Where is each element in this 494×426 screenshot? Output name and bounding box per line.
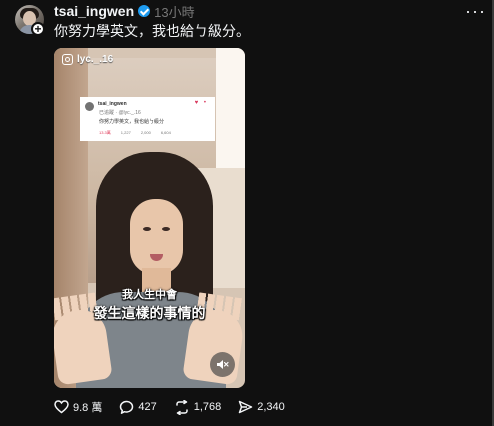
instagram-icon bbox=[62, 54, 73, 65]
quoted-post-avatar bbox=[85, 102, 94, 111]
video-subtitle-line-2: 發生這樣的事情的 bbox=[93, 305, 206, 321]
repost-count: 1,768 bbox=[193, 401, 222, 413]
comment-action[interactable]: 427 bbox=[119, 398, 157, 416]
like-action[interactable]: 9.8 萬 bbox=[54, 398, 102, 416]
quoted-post-stats: 13.3萬 1,227 2,000 6,604 bbox=[99, 130, 171, 136]
muted-speaker-icon bbox=[217, 360, 229, 369]
quoted-post-reposts: 2,000 bbox=[140, 130, 151, 135]
video-player[interactable]: lyc._.16 tsai_ingwen ♥ • 已追蹤 · @lyc._.16… bbox=[54, 48, 245, 388]
quoted-post-replies: 1,227 bbox=[120, 130, 131, 135]
mute-button[interactable] bbox=[210, 352, 235, 377]
follow-plus-icon[interactable]: + bbox=[31, 22, 45, 36]
video-person-left-eye bbox=[143, 227, 151, 231]
like-count: 9.8 萬 bbox=[73, 402, 103, 414]
post-header: tsai_ingwen 13小時 bbox=[54, 3, 195, 20]
post-username[interactable]: tsai_ingwen bbox=[54, 3, 134, 19]
threads-post-screen: + tsai_ingwen 13小時 ··· 你努力學英文，我也給ㄅ級分。 ly… bbox=[0, 0, 494, 426]
share-icon bbox=[239, 400, 253, 414]
quoted-post-shares: 6,604 bbox=[160, 130, 171, 135]
quoted-post-card: tsai_ingwen ♥ • 已追蹤 · @lyc._.16 你努力學英文，我… bbox=[80, 97, 215, 141]
quoted-post-top-icons: ♥ • bbox=[194, 100, 208, 106]
comment-icon bbox=[120, 400, 134, 414]
video-person-mouth bbox=[150, 254, 163, 261]
video-source-handle-text: lyc._.16 bbox=[77, 54, 114, 65]
post-caption: 你努力學英文，我也給ㄅ級分。 bbox=[54, 23, 250, 39]
video-window-light bbox=[216, 48, 245, 168]
repost-action[interactable]: 1,768 bbox=[174, 398, 222, 416]
video-subtitle-line-1: 我人生中會 bbox=[122, 289, 177, 301]
quoted-post-meta: 已追蹤 · @lyc._.16 bbox=[99, 110, 141, 116]
share-count: 2,340 bbox=[257, 401, 285, 413]
quoted-post-likes: 13.3萬 bbox=[99, 130, 111, 135]
video-person-right-eye bbox=[162, 227, 170, 231]
heart-icon bbox=[54, 400, 69, 414]
quoted-post-username: tsai_ingwen bbox=[98, 101, 127, 107]
video-person-face bbox=[130, 199, 183, 275]
share-action[interactable]: 2,340 bbox=[238, 398, 285, 416]
comment-count: 427 bbox=[138, 401, 157, 413]
post-action-bar: 9.8 萬 427 1,768 2,340 bbox=[54, 398, 302, 416]
repost-icon bbox=[175, 399, 188, 415]
verified-badge-icon bbox=[138, 5, 151, 17]
more-options-icon[interactable]: ··· bbox=[465, 1, 486, 22]
quoted-post-text: 你努力學英文，我也給ㄅ級分 bbox=[99, 119, 165, 125]
video-source-handle: lyc._.16 bbox=[62, 54, 113, 65]
post-time: 13小時 bbox=[154, 4, 195, 20]
